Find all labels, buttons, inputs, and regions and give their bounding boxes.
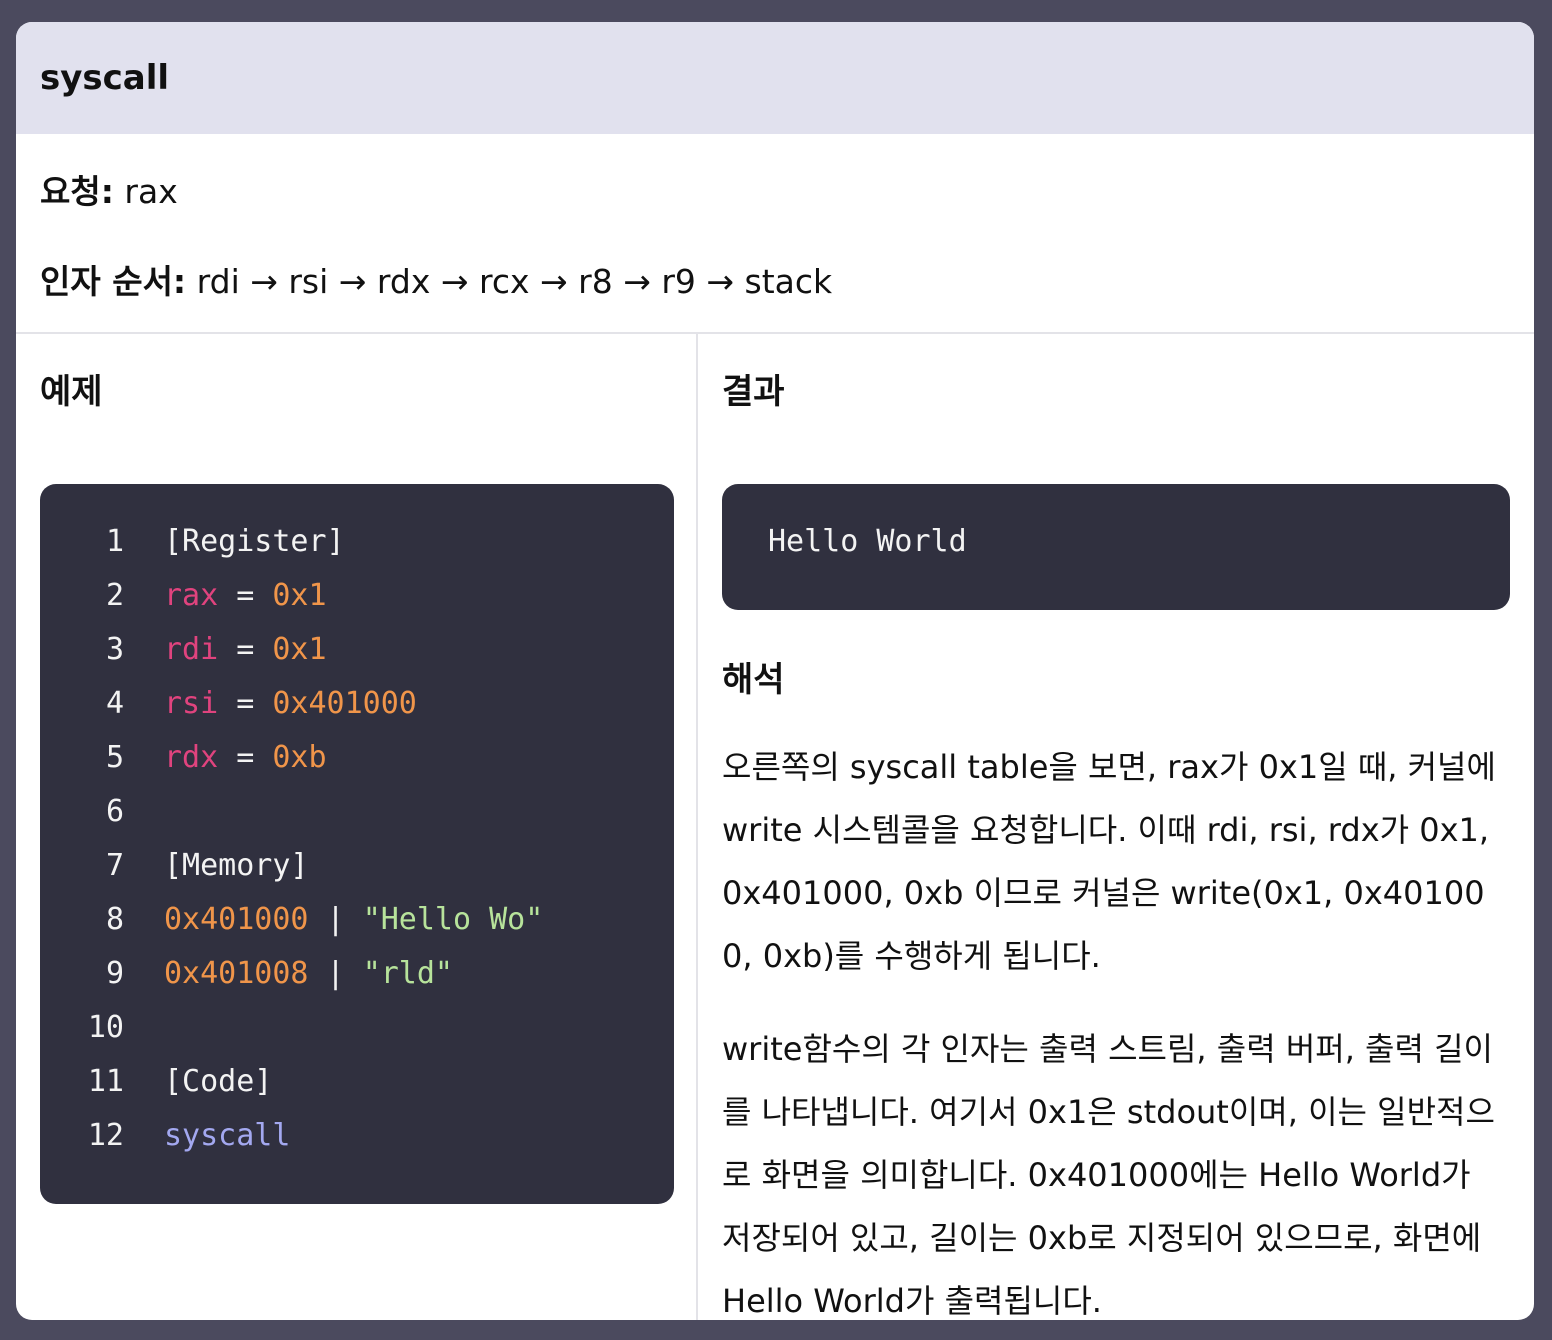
- line-number: 11: [87, 1064, 124, 1099]
- code-token: 0x1: [272, 632, 327, 667]
- code-line: 9 0x401008 | "rld": [40, 952, 674, 1006]
- example-title: 예제: [40, 372, 103, 412]
- line-number: 8: [105, 902, 124, 937]
- code-token: =: [218, 686, 273, 721]
- line-number: 7: [105, 848, 124, 883]
- card-header: syscall: [16, 22, 1534, 134]
- args-order-value: rdi → rsi → rdx → rcx → r8 → r9 → stack: [186, 262, 833, 301]
- example-code-block: 1 [Register] 2 rax = 0x1 3 rdi = 0x1 4 rsi = 0x…: [40, 484, 674, 1204]
- content-columns: 예제 1 [Register] 2 rax = 0x1 3 rdi = 0x1 4 rsi =…: [16, 334, 1534, 1320]
- result-title: 결과: [722, 372, 785, 412]
- code-line: 11 [Code]: [40, 1060, 674, 1114]
- code-token: 0x401000: [164, 902, 309, 937]
- line-number: 3: [105, 632, 124, 667]
- interpretation-paragraph-1: 오른쪽의 syscall table을 보면, rax가 0x1일 때, 커널에…: [722, 748, 1496, 975]
- result-output-block: Hello World: [722, 484, 1510, 610]
- line-number: 2: [105, 578, 124, 613]
- code-token: |: [308, 902, 363, 937]
- code-token: =: [218, 632, 273, 667]
- code-token: rdi: [164, 632, 219, 667]
- request-label: 요청:: [40, 172, 114, 211]
- example-column: 예제 1 [Register] 2 rax = 0x1 3 rdi = 0x1 4 rsi =…: [16, 334, 698, 1320]
- code-line: 7 [Memory]: [40, 844, 674, 898]
- code-token: 0x401008: [164, 956, 309, 991]
- code-token: syscall: [164, 1118, 291, 1153]
- request-row: 요청: rax: [40, 170, 1510, 214]
- code-token: 0x1: [272, 578, 327, 613]
- interpretation-title: 해석: [722, 660, 785, 700]
- args-order-row: 인자 순서: rdi → rsi → rdx → rcx → r8 → r9 →…: [40, 260, 1510, 304]
- code-line: 1 [Register]: [40, 520, 674, 574]
- code-line: 10: [40, 1006, 674, 1060]
- code-token: 0xb: [272, 740, 327, 775]
- code-token: [Memory]: [164, 848, 309, 883]
- syscall-info: 요청: rax 인자 순서: rdi → rsi → rdx → rcx → r…: [16, 134, 1534, 334]
- code-token: =: [218, 578, 273, 613]
- line-number: 9: [105, 956, 124, 991]
- code-token: [Code]: [164, 1064, 273, 1099]
- code-line: 3 rdi = 0x1: [40, 628, 674, 682]
- code-line: 2 rax = 0x1: [40, 574, 674, 628]
- card-title: syscall: [40, 58, 170, 98]
- code-token: rsi: [164, 686, 219, 721]
- code-token: =: [218, 740, 273, 775]
- code-token: rdx: [164, 740, 219, 775]
- interpretation-paragraph-2: write함수의 각 인자는 출력 스트림, 출력 버퍼, 출력 길이를 나타냅…: [722, 1030, 1495, 1320]
- code-token: |: [308, 956, 363, 991]
- result-column: 결과 Hello World 해석 오른쪽의 syscall table을 보면…: [698, 334, 1534, 1320]
- line-number: 4: [105, 686, 124, 721]
- code-line: 4 rsi = 0x401000: [40, 682, 674, 736]
- code-token: 0x401000: [272, 686, 417, 721]
- result-output: Hello World: [768, 524, 967, 559]
- args-order-label: 인자 순서:: [40, 262, 187, 301]
- code-line: 8 0x401000 | "Hello Wo": [40, 898, 674, 952]
- line-number: 12: [87, 1118, 124, 1153]
- line-number: 10: [87, 1010, 124, 1045]
- code-line: 5 rdx = 0xb: [40, 736, 674, 790]
- line-number: 1: [105, 524, 124, 559]
- code-token: "Hello Wo": [362, 902, 544, 937]
- code-token: [Register]: [164, 524, 345, 559]
- line-number: 5: [105, 740, 124, 775]
- code-token: "rld": [362, 956, 453, 991]
- code-line: 12 syscall: [40, 1114, 674, 1168]
- code-token: rax: [164, 578, 219, 613]
- request-value: rax: [113, 172, 178, 211]
- syscall-card: syscall 요청: rax 인자 순서: rdi → rsi → rdx →…: [16, 22, 1534, 1320]
- code-line: 6: [40, 790, 674, 844]
- line-number: 6: [105, 794, 124, 829]
